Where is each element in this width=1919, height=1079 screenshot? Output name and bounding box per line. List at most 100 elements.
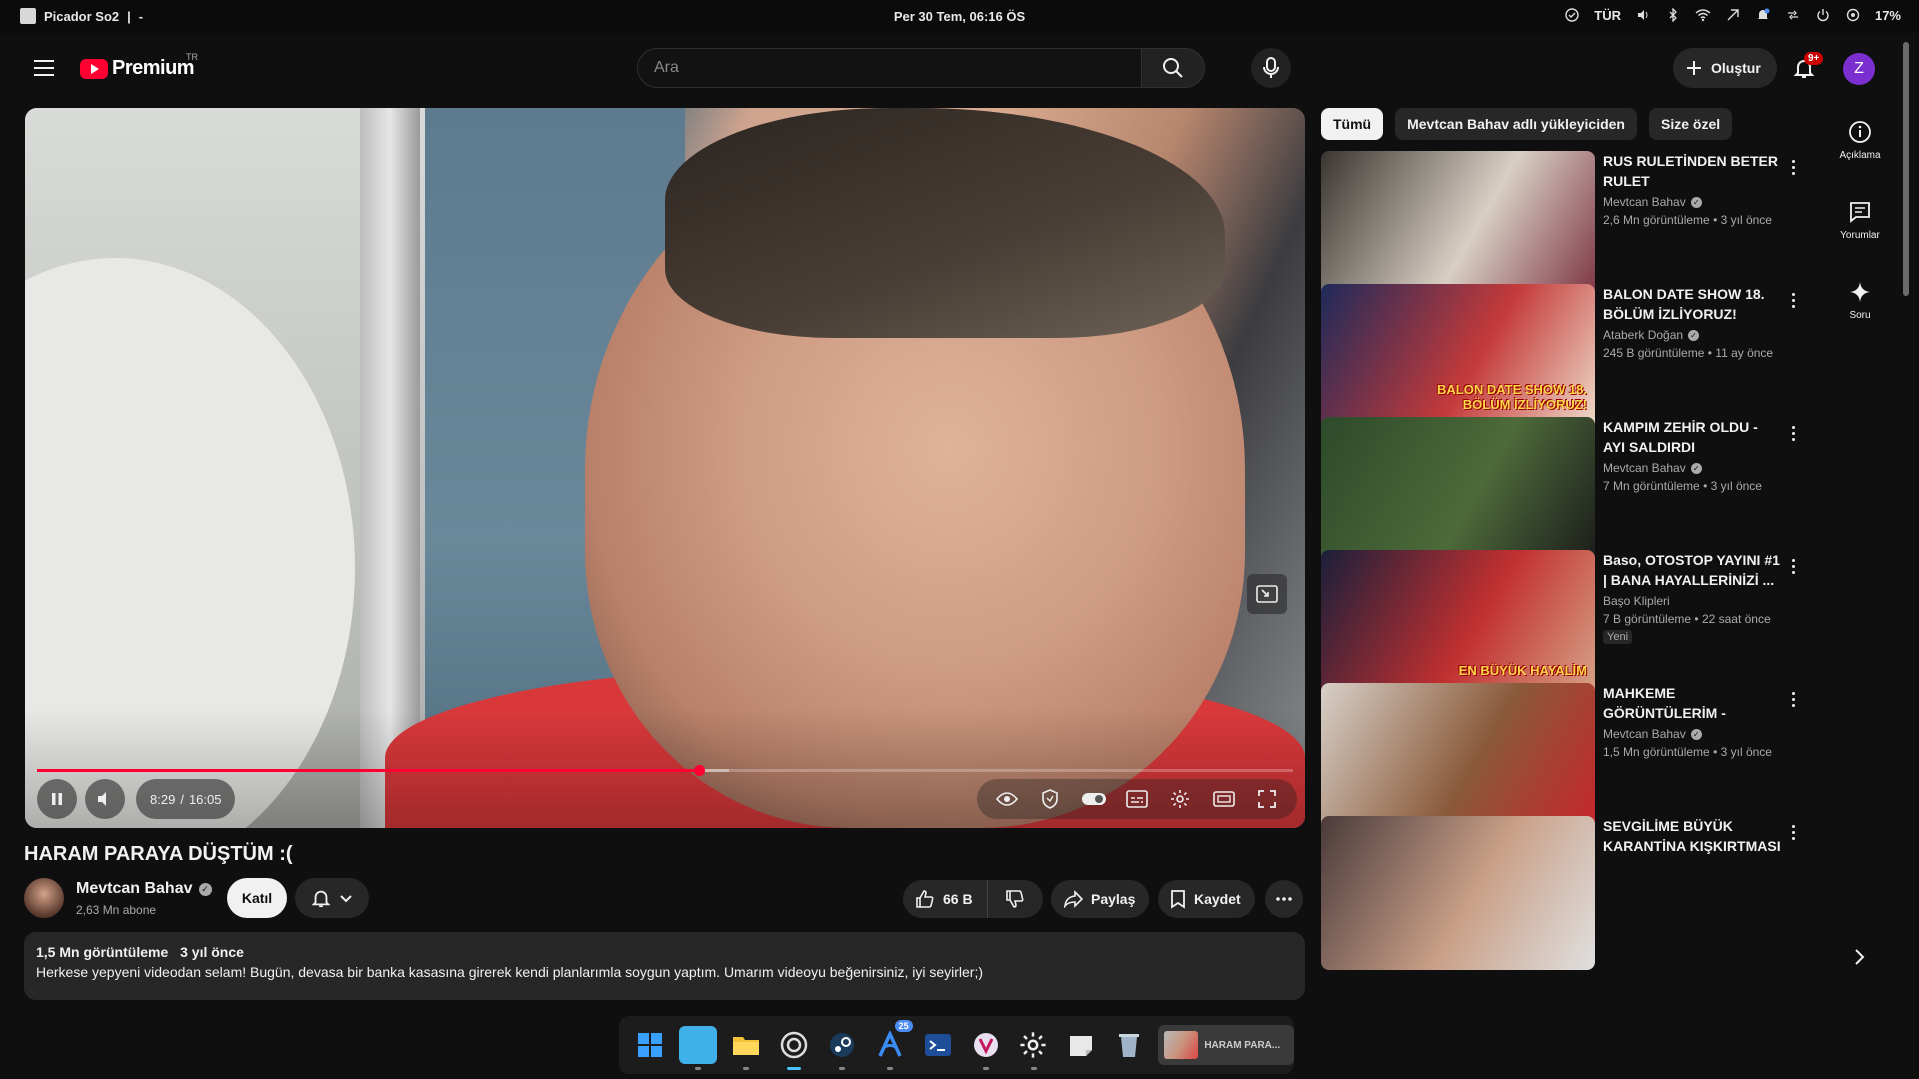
recommendation-title[interactable]: MAHKEME GÖRÜNTÜLERİM - ADALETİN BU MU DÜ… (1603, 683, 1781, 723)
page-scrollbar[interactable] (1903, 42, 1909, 296)
power-icon[interactable] (1815, 7, 1831, 23)
rail-comments-label: Yorumlar (1840, 230, 1880, 241)
recommendation-age: 3 yıl önce (1720, 213, 1772, 227)
youtube-premium-logo[interactable]: Premium (80, 57, 195, 80)
settings-gear-icon[interactable] (1015, 1026, 1053, 1070)
recommendation-title[interactable]: KAMPIM ZEHİR OLDU - AYI SALDIRDI (1603, 417, 1781, 457)
like-button[interactable]: 66 B (903, 880, 988, 918)
join-button[interactable]: Katıl (227, 878, 287, 918)
chip-for-you[interactable]: Size özel (1648, 108, 1733, 140)
more-vertical-icon[interactable] (1781, 820, 1801, 844)
terminal-icon[interactable] (919, 1026, 957, 1064)
recommendation-item[interactable]: 32:24KAMPIM ZEHİR OLDU - AYI SALDIRDI Mev… (1321, 417, 1801, 571)
wifi-icon[interactable] (1695, 7, 1711, 23)
obs-icon[interactable] (775, 1026, 813, 1070)
more-vertical-icon[interactable] (1781, 288, 1801, 312)
vencord-icon[interactable] (967, 1026, 1005, 1070)
recommendation-title[interactable]: RUS RULETİNDEN BETER RULET (1603, 151, 1781, 191)
miniplayer-button[interactable] (1247, 574, 1287, 614)
more-vertical-icon[interactable] (1781, 554, 1801, 578)
channel-name[interactable]: Mevtcan Bahav (76, 880, 193, 898)
pause-button[interactable] (37, 779, 77, 819)
dislike-button[interactable] (988, 880, 1043, 918)
recommendation-title[interactable]: SEVGİLİME BÜYÜK KARANTİNA KIŞKIRTMASI - … (1603, 816, 1781, 856)
video-thumbnail[interactable]: 32:24 (1321, 417, 1595, 571)
recommendation-item[interactable]: SEVGİLİME BÜYÜK KARANTİNA KIŞKIRTMASI - … (1321, 816, 1801, 970)
recommendation-item[interactable]: EN BÜYÜK HAYALİM30:19Baso, OTOSTOP YAYIN… (1321, 550, 1801, 704)
recommendation-channel[interactable]: Mevtcan Bahav (1603, 195, 1686, 209)
rail-comments[interactable]: Yorumlar (1824, 200, 1896, 241)
file-explorer-icon[interactable] (727, 1026, 765, 1070)
recommendation-channel[interactable]: Ataberk Doğan (1603, 328, 1683, 342)
os-dash: - (138, 8, 144, 24)
channel-name-row[interactable]: Mevtcan Bahav ✓ (76, 880, 212, 898)
video-thumbnail[interactable]: BALON DATE SHOW 18. BÖLÜM İZLİYORUZ!1:22… (1321, 284, 1595, 438)
subtitles-icon[interactable] (1121, 783, 1153, 815)
rail-next-button[interactable] (1845, 942, 1875, 972)
create-label: Oluştur (1711, 60, 1761, 76)
search-button[interactable] (1141, 48, 1205, 88)
battery-icon[interactable] (1845, 7, 1861, 23)
recommendation-title[interactable]: BALON DATE SHOW 18. BÖLÜM İZLİYORUZ! (1603, 284, 1781, 324)
video-thumbnail[interactable] (1321, 816, 1595, 970)
vpn-icon[interactable] (1725, 7, 1741, 23)
progress-scrubber[interactable] (693, 765, 705, 776)
more-vertical-icon[interactable] (1781, 687, 1801, 711)
recommendation-age: 3 yıl önce (1710, 479, 1762, 493)
meta-dot: • (1709, 745, 1721, 759)
arc-browser-icon[interactable]: 25 (871, 1020, 913, 1070)
steam-icon[interactable] (823, 1026, 861, 1070)
recommendation-channel[interactable]: Başo Klipleri (1603, 594, 1670, 608)
theater-mode-icon[interactable] (1208, 783, 1240, 815)
progress-bar[interactable] (37, 765, 1293, 776)
recommendation-channel[interactable]: Mevtcan Bahav (1603, 461, 1686, 475)
account-avatar[interactable]: Z (1843, 53, 1875, 85)
autoplay-toggle-icon[interactable] (1078, 783, 1110, 815)
rail-ask[interactable]: Soru (1824, 280, 1896, 321)
search-input[interactable] (637, 48, 1141, 88)
mute-button[interactable] (85, 779, 125, 819)
recommendation-item[interactable]: 16:19RUS RULETİNDEN BETER RULET Mevtcan B… (1321, 151, 1801, 305)
shield-icon[interactable] (1034, 783, 1066, 815)
more-actions-button[interactable] (1265, 880, 1303, 918)
notifications-button[interactable]: 9+ (1784, 48, 1824, 88)
media-preview-widget[interactable]: HARAM PARA... (1158, 1025, 1295, 1065)
video-thumbnail[interactable]: 16:19 (1321, 151, 1595, 305)
recommendation-channel[interactable]: Mevtcan Bahav (1603, 727, 1686, 741)
share-button[interactable]: Paylaş (1051, 880, 1150, 918)
os-language[interactable]: TÜR (1594, 8, 1621, 23)
recycle-bin-icon[interactable] (1110, 1026, 1148, 1064)
status-check-icon[interactable] (1564, 7, 1580, 23)
chip-all[interactable]: Tümü (1321, 108, 1384, 140)
start-button[interactable] (631, 1026, 669, 1064)
more-vertical-icon[interactable] (1781, 421, 1801, 445)
fullscreen-icon[interactable] (1251, 783, 1283, 815)
video-player[interactable]: 8:29 / 16:05 (25, 108, 1305, 828)
description-box[interactable]: 1,5 Mn görüntüleme 3 yıl önce Herkese ye… (24, 932, 1305, 1000)
hamburger-menu-icon[interactable] (24, 48, 64, 88)
notes-app-icon[interactable] (1062, 1026, 1100, 1064)
channel-avatar[interactable] (24, 878, 64, 918)
volume-icon[interactable] (1635, 7, 1651, 23)
save-button[interactable]: Kaydet (1158, 880, 1255, 918)
settings-gear-icon[interactable] (1164, 783, 1196, 815)
recommendation-title[interactable]: Baso, OTOSTOP YAYINI #1 | BANA HAYALLERİ… (1603, 550, 1781, 590)
subscription-bell-button[interactable] (295, 878, 369, 918)
video-thumbnail[interactable]: 16:08 (1321, 683, 1595, 837)
video-thumbnail[interactable]: EN BÜYÜK HAYALİM30:19 (1321, 550, 1595, 704)
widgets-app-icon[interactable] (678, 1026, 717, 1070)
eye-icon[interactable] (991, 783, 1023, 815)
recommendation-item[interactable]: 16:08MAHKEME GÖRÜNTÜLERİM - ADALETİN BU … (1321, 683, 1801, 837)
link-icon[interactable] (1785, 7, 1801, 23)
more-vertical-icon[interactable] (1781, 155, 1801, 179)
rail-description[interactable]: Açıklama (1824, 120, 1896, 161)
create-button[interactable]: Oluştur (1673, 48, 1777, 88)
logo-text: Premium (112, 57, 195, 79)
recommendation-item[interactable]: BALON DATE SHOW 18. BÖLÜM İZLİYORUZ!1:22… (1321, 284, 1801, 438)
voice-search-button[interactable] (1251, 48, 1291, 88)
os-active-app[interactable]: Picador So2 | - (20, 8, 143, 24)
chip-from-uploader[interactable]: Mevtcan Bahav adlı yükleyiciden (1395, 108, 1637, 140)
notification-tray-icon[interactable] (1755, 7, 1771, 23)
bluetooth-icon[interactable] (1665, 7, 1681, 23)
recommendation-meta: 7 B görüntüleme • 22 saat önce (1603, 612, 1781, 626)
